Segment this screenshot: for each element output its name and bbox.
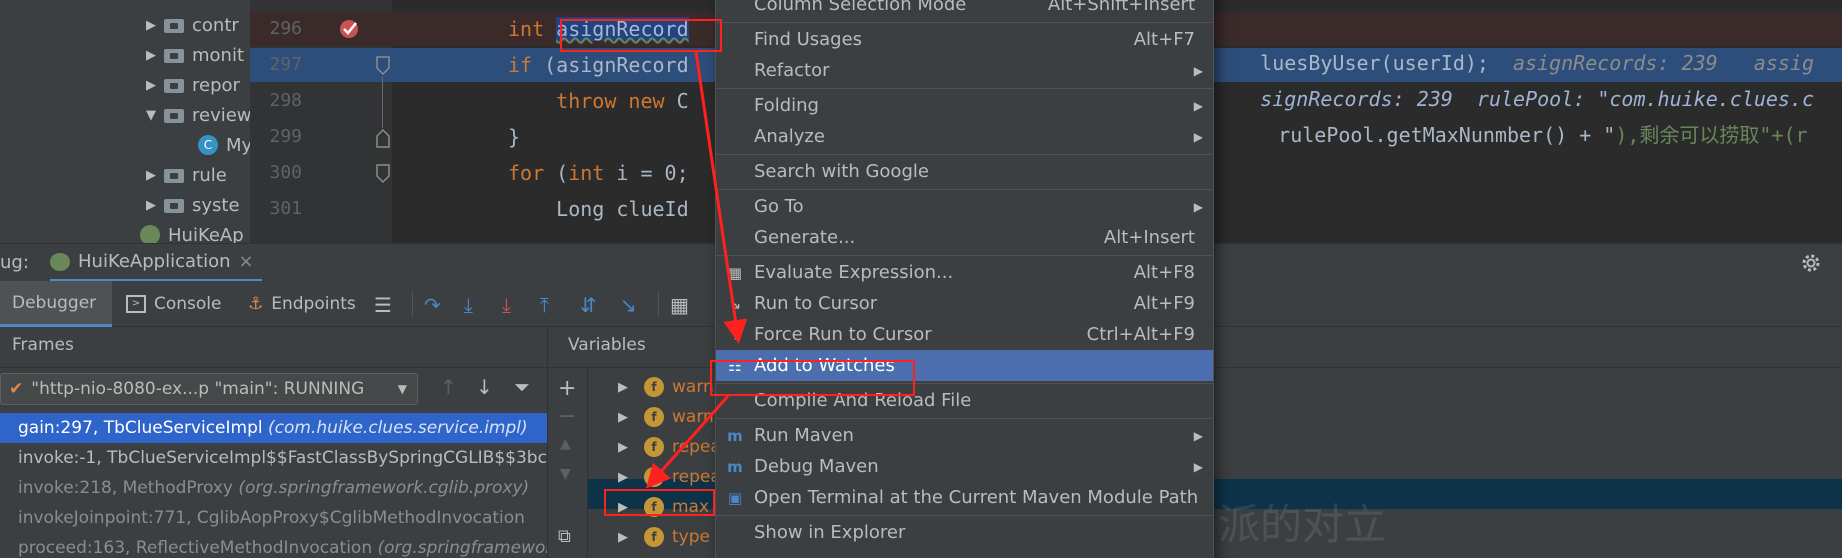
annotation-arrow xyxy=(694,51,748,344)
annotation-arrow xyxy=(646,395,730,489)
annotation-arrows xyxy=(646,51,748,489)
